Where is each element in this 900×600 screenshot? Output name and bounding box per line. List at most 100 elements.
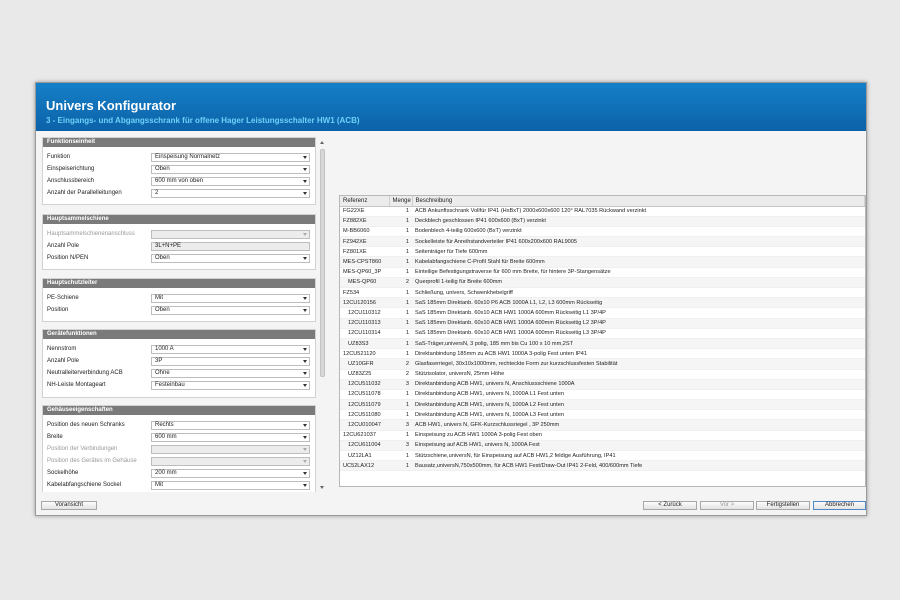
pe-schiene-select[interactable]: Mit	[151, 294, 310, 303]
chevron-down-icon	[303, 460, 307, 463]
cell-beschreibung: Einspeisung auf ACB HW1, univers N, 1000…	[412, 440, 865, 452]
table-row[interactable]: 12CU611004 3 Einspeisung auf ACB HW1, univ…	[340, 440, 865, 452]
table-row[interactable]: 12CU110314 1 SaS 185mm Direktanb. 60x10 AC…	[340, 328, 865, 339]
table-row[interactable]: MES-CPST860 1 Kabelabfangschiene C-Profil …	[340, 256, 865, 268]
table-row[interactable]: UZ10GFR 2 Glasfaserriegel, 30x10x1000mm, r…	[340, 358, 865, 370]
table-row[interactable]: 12CU511032 3 Direktanbindung ACB HW1, univ…	[340, 379, 865, 390]
table-row[interactable]: FZ882XE 1 Deckblech geschlossen IP41 600x6…	[340, 216, 865, 227]
table-row[interactable]: UC52LAX12 1 Bausatz,universN,750x500mm, fü…	[340, 460, 865, 472]
hauptsammelschienenanschluss-select	[151, 230, 310, 239]
select-value: Oben	[155, 166, 170, 172]
select-value: 600 mm	[155, 434, 177, 440]
section-title: Gehäuseeigenschaften	[43, 406, 315, 415]
table-row[interactable]: MES-QP60_3P 1 Einteilige Befestigungstrave…	[340, 267, 865, 278]
position-schrank-select[interactable]: Rechts	[151, 421, 310, 430]
breite-select[interactable]: 600 mm	[151, 433, 310, 442]
table-row[interactable]: FZ801XE 1 Seitenträger für Tiefe 600mm	[340, 246, 865, 258]
select-value: Oben	[155, 307, 170, 313]
cell-menge: 1	[389, 297, 412, 309]
table-row[interactable]: FZ534 1 Schließung, univers, Schwenkhebelg…	[340, 287, 865, 299]
table-row[interactable]: 12CU110312 1 SaS 185mm Direktanb. 60x10 AC…	[340, 307, 865, 319]
cell-menge: 1	[389, 348, 412, 360]
scroll-down-icon[interactable]	[320, 486, 324, 489]
cell-menge: 1	[389, 430, 412, 441]
cell-menge: 3	[389, 440, 412, 452]
column-header-referenz[interactable]: Referenz	[340, 196, 390, 207]
table-row[interactable]: 12CU521120 1 Direktanbindung 185mm zu ACB …	[340, 348, 865, 360]
cell-beschreibung: Stützschiene,universN, für Einspeisung a…	[412, 450, 865, 462]
field-value: 3L+N+PE	[155, 243, 182, 249]
cancel-button[interactable]: Abbrechen	[813, 501, 866, 510]
table-row[interactable]: 12CU511078 1 Direktanbindung ACB HW1, univ…	[340, 389, 865, 401]
app-title: Univers Konfigurator	[46, 98, 177, 113]
cell-referenz: 12CU511080	[340, 409, 389, 421]
einspeiserichtung-select[interactable]: Oben	[151, 165, 310, 174]
cell-referenz: 12CU611004	[340, 440, 389, 452]
cell-menge: 3	[389, 379, 412, 390]
cell-referenz: 12CU511032	[340, 379, 389, 390]
table-row[interactable]: MES-QP60 2 Querprofil 1-teilig für Breite …	[340, 277, 865, 289]
table-row[interactable]: 12CU120156 1 SaS 185mm Direktanb. 60x10 P6…	[340, 297, 865, 309]
section-gehaeuseeigenschaften: Gehäuseeigenschaften Position des neuen …	[42, 405, 316, 492]
cell-menge: 3	[389, 419, 412, 431]
sockelhoehe-select[interactable]: 200 mm	[151, 469, 310, 478]
finish-button[interactable]: Fertigstellen	[756, 501, 810, 510]
column-header-beschreibung[interactable]: Beschreibung	[412, 196, 865, 207]
column-header-menge[interactable]: Menge	[389, 196, 413, 207]
nennstrom-select[interactable]: 1000 A	[151, 345, 310, 354]
table-row[interactable]: 12CU010047 3 ACB HW1, univers N, GFK-Kurzs…	[340, 419, 865, 431]
scroll-up-icon[interactable]	[320, 141, 324, 144]
table-row[interactable]: M-BB6060 1 Bodenblech 4-teilig 600x600 (Bx…	[340, 226, 865, 238]
table-row[interactable]: 12CU110313 1 SaS 185mm Direktanb. 60x10 AC…	[340, 318, 865, 329]
table-row[interactable]: 12CU511080 1 Direktanbindung ACB HW1, univ…	[340, 409, 865, 421]
chevron-down-icon	[303, 372, 307, 375]
table-row[interactable]: UZ83S3 1 SaS-Träger,universN, 3 polig, 185…	[340, 338, 865, 350]
cell-referenz: UC52LAX12	[340, 460, 389, 472]
anzahl-pole-select[interactable]: 3P	[151, 357, 310, 366]
cell-beschreibung: Direktanbindung ACB HW1, univers N, 1000…	[412, 389, 865, 401]
anzahl-pole-field: 3L+N+PE	[151, 242, 310, 251]
row-position-verbindungen: Position der Verbindungen	[43, 445, 315, 455]
cell-referenz: MES-QP60	[340, 277, 389, 289]
table-row[interactable]: 12CU621037 1 Einspeisung zu ACB HW1 1000A …	[340, 430, 865, 441]
back-button[interactable]: < Zurück	[643, 501, 697, 510]
cell-referenz: 12CU010047	[340, 419, 389, 431]
position-select[interactable]: Oben	[151, 306, 310, 315]
row-anschlussbereich: Anschlussbereich 600 mm von oben	[43, 177, 315, 187]
cell-beschreibung: Seitenträger für Tiefe 600mm	[412, 246, 865, 258]
funktion-select[interactable]: Einspeisung Normalnetz	[151, 153, 310, 162]
preview-button[interactable]: Voransicht	[41, 501, 97, 510]
select-value: Einspeisung Normalnetz	[155, 154, 221, 160]
scrollbar-thumb[interactable]	[320, 149, 325, 377]
chevron-down-icon	[303, 297, 307, 300]
position-npen-select[interactable]: Oben	[151, 254, 310, 263]
table-row[interactable]: 12CU511079 1 Direktanbindung ACB HW1, univ…	[340, 399, 865, 411]
table-row[interactable]: UZ83Z25 2 Stützisolator, universN, 25mm Hö…	[340, 369, 865, 380]
table-row[interactable]: UZ12LA1 1 Stützschiene,universN, für Einsp…	[340, 450, 865, 462]
nh-leiste-select[interactable]: Festeinbau	[151, 381, 310, 390]
cell-referenz: UZ83Z25	[340, 369, 389, 380]
cell-menge: 1	[389, 318, 412, 329]
table-row[interactable]: FG22XE 1 ACB Ankunftsschrank Vollfür IP41 …	[340, 206, 865, 217]
chevron-down-icon	[303, 192, 307, 195]
field-label: Sockelhöhe	[47, 470, 79, 476]
chevron-down-icon	[303, 484, 307, 487]
row-position-schrank: Position des neuen Schranks Rechts	[43, 421, 315, 431]
kabelabfangschiene-select[interactable]: Mit	[151, 481, 310, 490]
anschlussbereich-select[interactable]: 600 mm von oben	[151, 177, 310, 186]
section-title: Hauptschutzleiter	[43, 279, 315, 288]
cell-menge: 2	[389, 277, 412, 289]
cell-referenz: 12CU120156	[340, 297, 389, 309]
options-scrollbar[interactable]	[320, 139, 325, 491]
field-label: Einspeiserichtung	[47, 166, 95, 172]
cell-beschreibung: Sockelleiste für Anreihstandverteiler IP…	[412, 236, 865, 248]
parallelleitungen-select[interactable]: 2	[151, 189, 310, 198]
cell-referenz: 12CU521120	[340, 348, 389, 360]
field-label: Nennstrom	[47, 346, 77, 352]
cell-referenz: UZ12LA1	[340, 450, 389, 462]
table-row[interactable]: FZ942XE 1 Sockelleiste für Anreihstandvert…	[340, 236, 865, 248]
neutralleiterverbindung-select[interactable]: Ohne	[151, 369, 310, 378]
cell-menge: 1	[389, 307, 412, 319]
cell-menge: 2	[389, 369, 412, 380]
cell-referenz: MES-CPST860	[340, 256, 389, 268]
